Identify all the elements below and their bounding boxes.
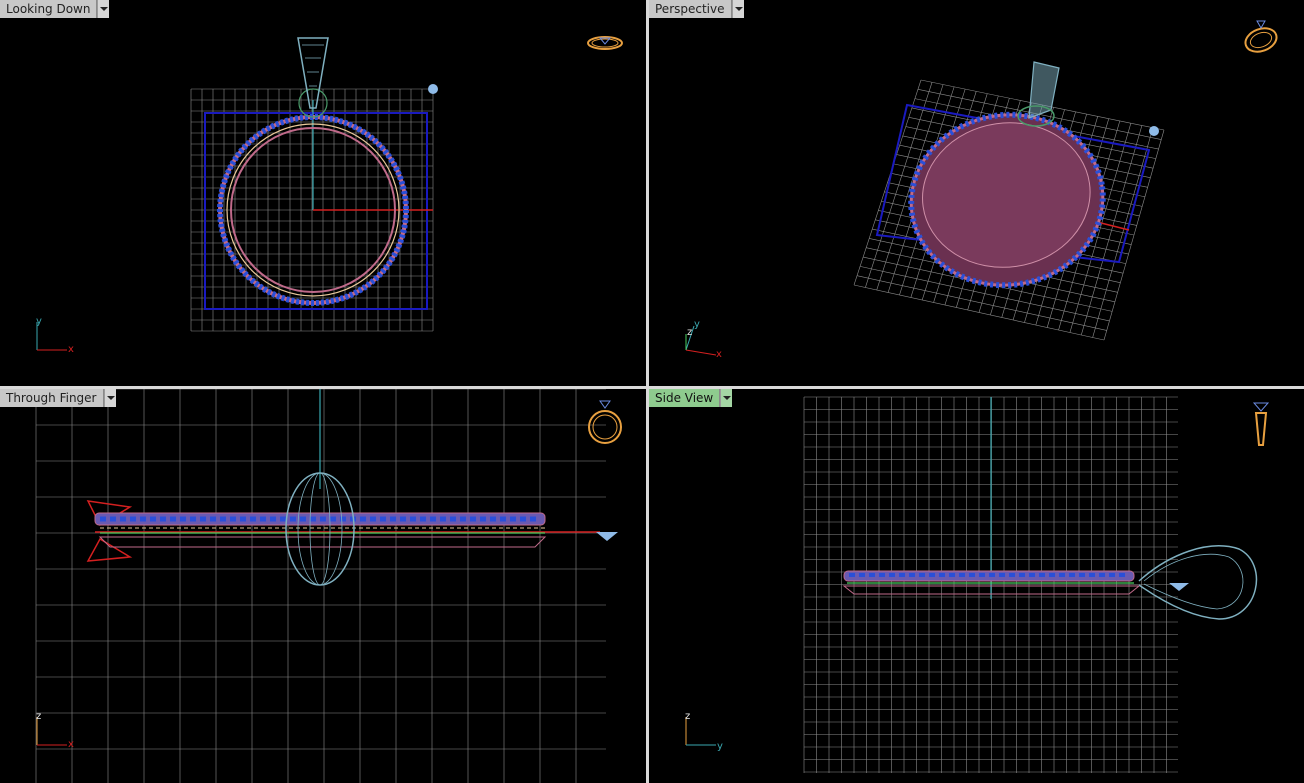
gumball-handle	[1169, 583, 1189, 591]
viewport-label-through-finger[interactable]: Through Finger	[0, 389, 116, 407]
viewport-title[interactable]: Side View	[649, 389, 721, 407]
gumball-handle	[596, 532, 618, 541]
viewport-label-perspective[interactable]: Perspective	[649, 0, 744, 18]
ring-bottom	[98, 536, 547, 548]
construction-grid	[35, 389, 606, 783]
axis-label-x: x	[68, 344, 74, 355]
viewport-title[interactable]: Through Finger	[0, 389, 104, 407]
bail-wireframe	[297, 37, 329, 109]
ring-view-gizmo-icon[interactable]	[1239, 16, 1283, 56]
gumball-handle	[428, 84, 438, 94]
axis-triad	[36, 717, 67, 746]
ring-model	[204, 37, 438, 310]
ring-view-gizmo-icon[interactable]	[583, 28, 627, 58]
viewport-title[interactable]: Looking Down	[0, 0, 98, 18]
bail-wireframe	[285, 472, 355, 586]
ring-view-gizmo-icon[interactable]	[583, 397, 627, 447]
viewport-label-side-view[interactable]: Side View	[649, 389, 733, 407]
chevron-down-icon[interactable]	[97, 0, 110, 18]
ring-model-front	[86, 389, 618, 586]
axis-label-x: x	[716, 349, 722, 360]
outline-rect	[204, 112, 428, 310]
axis-label-z: z	[36, 711, 41, 722]
scene-side-view[interactable]: z y	[649, 389, 1304, 783]
finger-marker	[86, 500, 133, 562]
viewport-perspective[interactable]: Perspective y z x	[649, 0, 1304, 386]
ring-view-gizmo-icon[interactable]	[1249, 397, 1273, 453]
axis-label-z: z	[685, 711, 690, 722]
bail-loop-outer	[1138, 545, 1258, 620]
chevron-down-icon[interactable]	[103, 389, 116, 407]
bail-solid	[1028, 61, 1060, 119]
axis-triad	[685, 717, 716, 746]
chevron-down-icon[interactable]	[731, 0, 744, 18]
ring-model-perspective	[875, 61, 1159, 289]
viewport-looking-down[interactable]: Looking Down y x	[0, 0, 646, 386]
scene-perspective[interactable]: y z x	[649, 0, 1304, 386]
viewport-side-view[interactable]: Side View z y	[649, 389, 1304, 783]
viewport-through-finger[interactable]: Through Finger z x	[0, 389, 646, 783]
chevron-down-icon[interactable]	[720, 389, 733, 407]
viewport-title[interactable]: Perspective	[649, 0, 732, 18]
axis-label-y: y	[717, 741, 723, 752]
gumball-handle	[1149, 126, 1159, 136]
axis-label-y: y	[36, 316, 42, 327]
bail-loop-inner	[1143, 553, 1244, 610]
axis-label-x: x	[68, 739, 74, 750]
ring-model-side	[842, 397, 1258, 620]
axis-label-y: y	[694, 319, 700, 330]
scene-through-finger[interactable]: z x	[0, 389, 646, 783]
scene-looking-down[interactable]: y x	[0, 0, 646, 386]
axis-label-z: z	[687, 327, 692, 338]
viewport-label-looking-down[interactable]: Looking Down	[0, 0, 110, 18]
